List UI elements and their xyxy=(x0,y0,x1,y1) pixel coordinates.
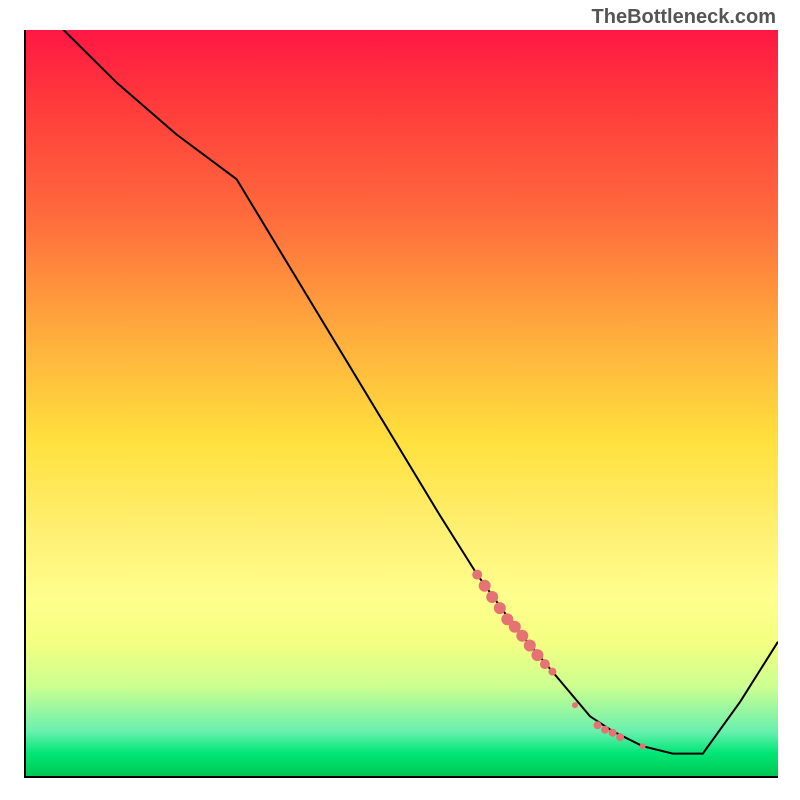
marker-point xyxy=(472,570,482,580)
marker-point xyxy=(594,721,602,729)
marker-point xyxy=(640,743,646,749)
marker-point xyxy=(501,613,513,625)
marker-point xyxy=(609,729,617,737)
marker-point xyxy=(548,668,556,676)
marker-point xyxy=(486,591,498,603)
chart-svg xyxy=(26,30,778,776)
marker-point xyxy=(540,659,550,669)
marker-point xyxy=(601,726,609,734)
marker-point xyxy=(479,580,491,592)
marker-point xyxy=(616,733,624,741)
marker-point xyxy=(531,649,543,661)
watermark-text: TheBottleneck.com xyxy=(592,6,776,29)
marker-point xyxy=(509,621,521,633)
plot-area xyxy=(24,30,778,778)
bottleneck-curve xyxy=(26,30,778,754)
marker-point xyxy=(524,640,536,652)
chart-container: TheBottleneck.com xyxy=(0,0,800,800)
marker-point xyxy=(516,630,528,642)
marker-point xyxy=(494,602,506,614)
marker-point xyxy=(572,702,578,708)
bottleneck-markers xyxy=(472,570,645,750)
